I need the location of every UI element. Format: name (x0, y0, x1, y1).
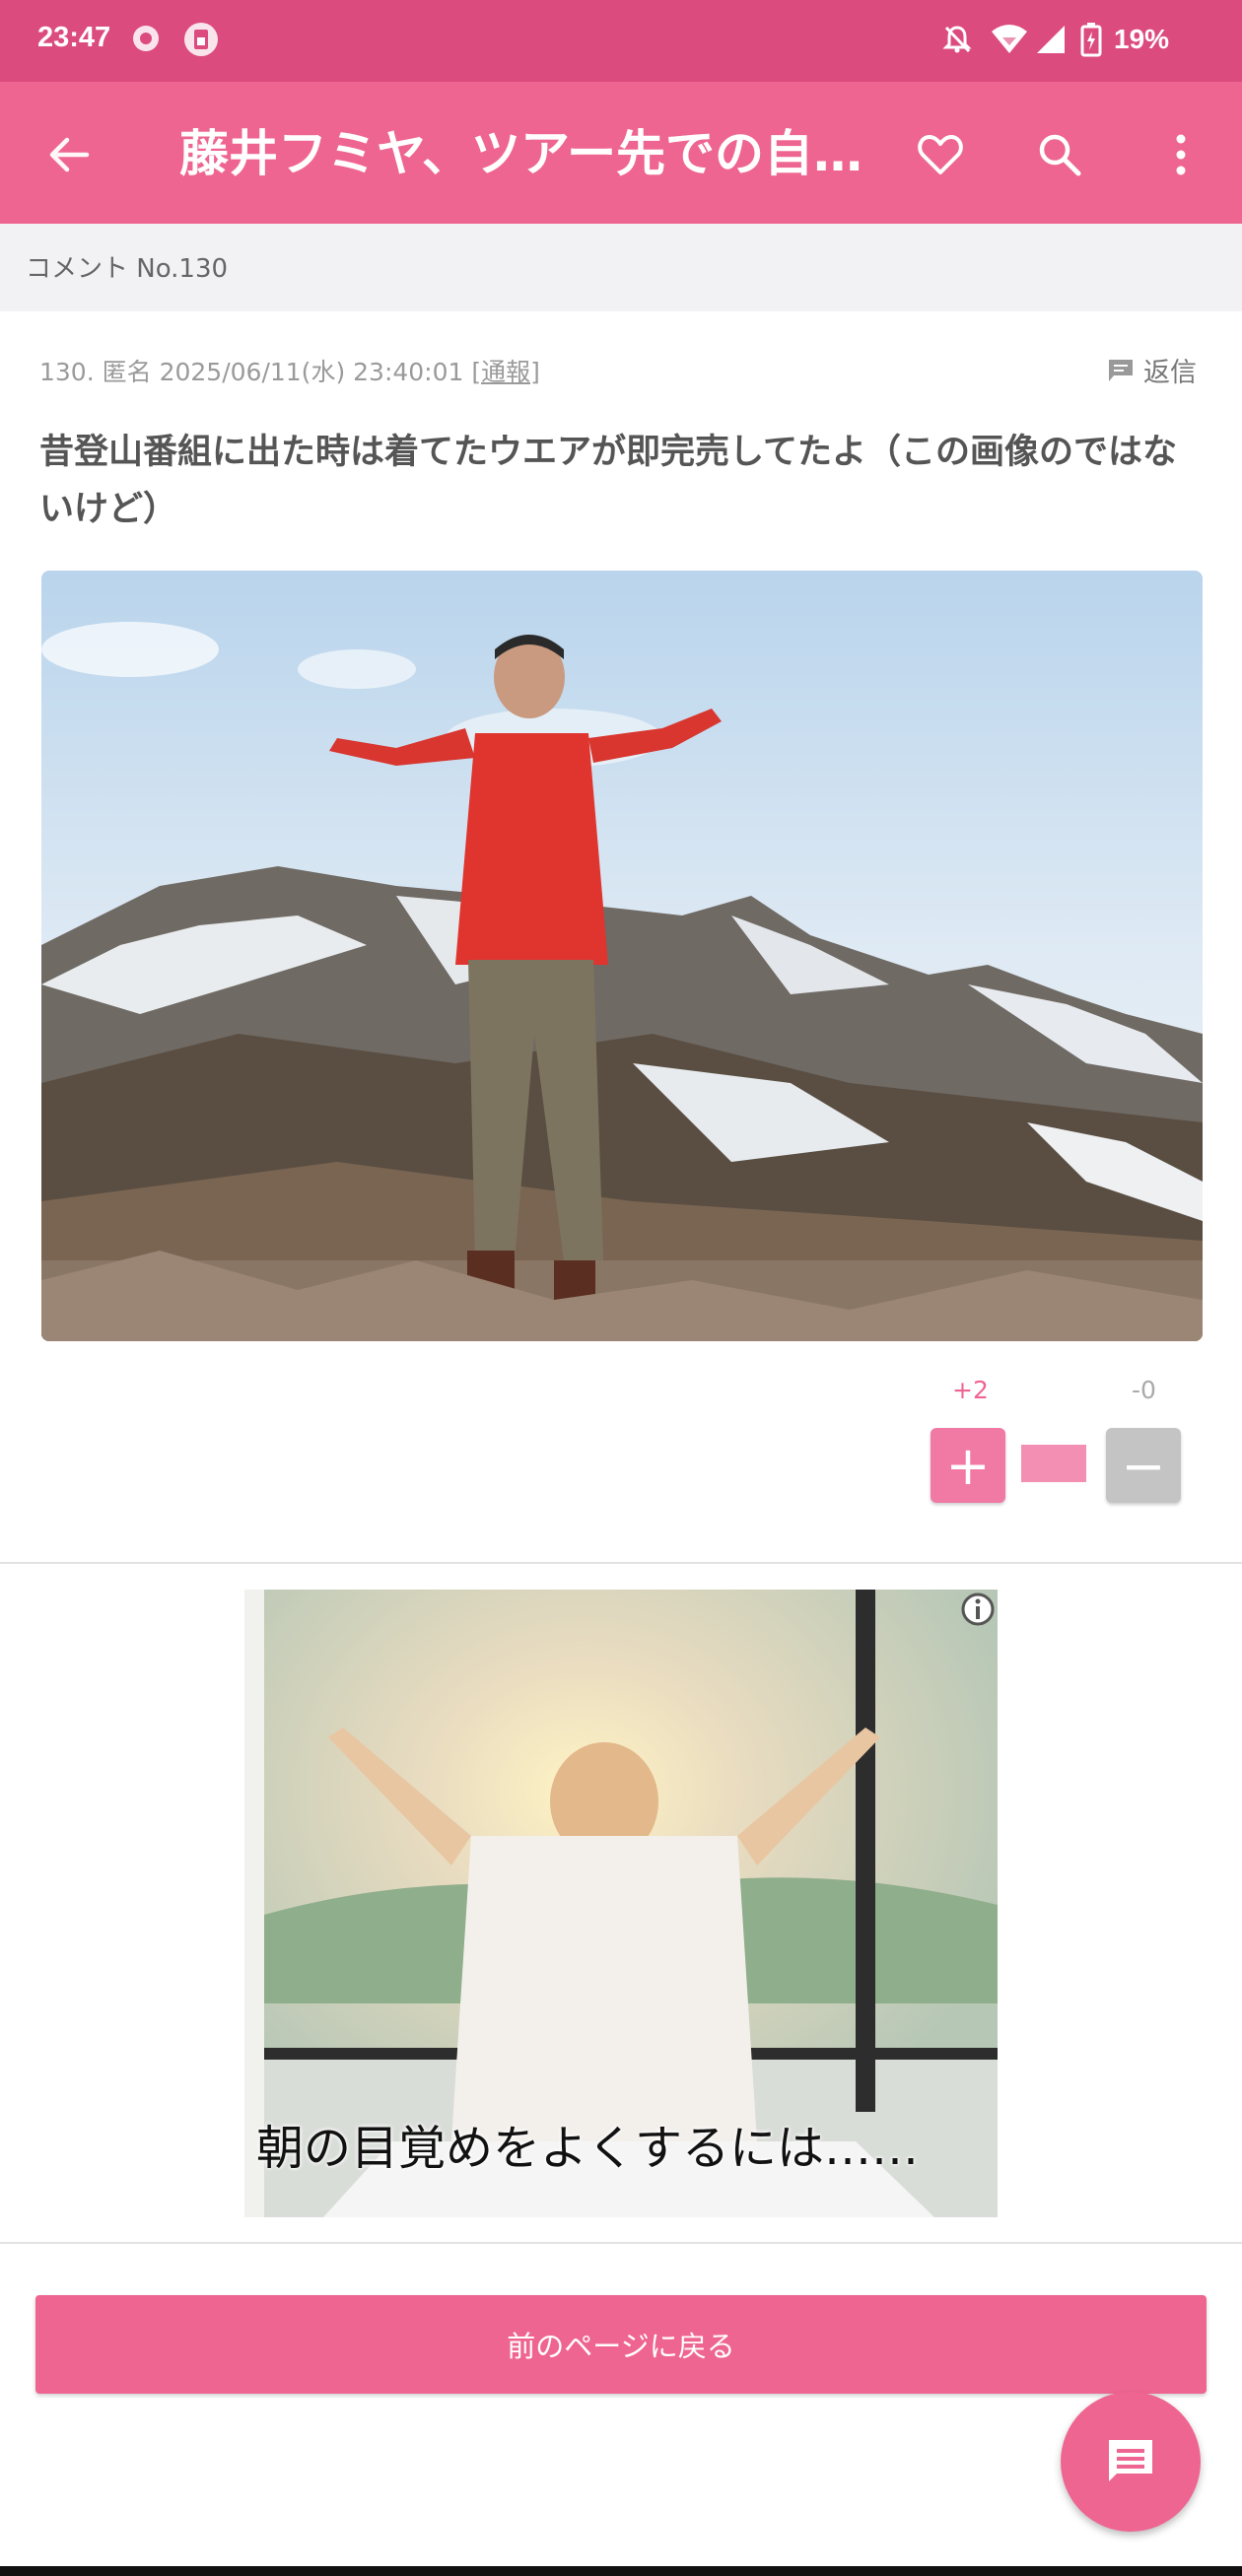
vote-ratio-bar (1021, 1445, 1086, 1482)
comment-text: 昔登山番組に出た時は着てたウエアが即完売してたよ（この画像のではないけど） (39, 433, 1177, 529)
page-title: 藤井フミヤ、ツアー先での自… (179, 125, 862, 182)
comment-author: 匿名 (102, 358, 152, 386)
plus-count: +2 (952, 1376, 989, 1404)
sim-icon (184, 23, 218, 56)
system-nav-bar (0, 2566, 1242, 2576)
comment-number: 130. (39, 358, 95, 386)
minus-vote-button[interactable]: − (1106, 1428, 1181, 1503)
back-arrow-icon[interactable] (43, 129, 95, 180)
status-time: 23:47 (37, 22, 111, 53)
breadcrumb: コメント No.130 (0, 224, 1242, 311)
back-to-previous-page-button[interactable]: 前のページに戻る (35, 2295, 1207, 2394)
ad-banner[interactable]: 朝の目覚めをよくするには…… (244, 1590, 998, 2217)
comment-fab-button[interactable] (1061, 2392, 1201, 2532)
bell-off-icon (942, 26, 972, 53)
divider (0, 2242, 1242, 2244)
app-bar: 藤井フミヤ、ツアー先での自… (0, 82, 1242, 224)
app-icon (133, 26, 159, 51)
battery-percent: 19% (1114, 24, 1170, 54)
reply-label: 返信 (1143, 358, 1197, 388)
heart-icon[interactable] (915, 129, 966, 180)
minus-count: -0 (1132, 1376, 1156, 1404)
more-vert-icon[interactable] (1155, 129, 1207, 180)
wifi-icon (992, 25, 1027, 53)
status-bar: 23:47 19% (0, 0, 1242, 82)
reply-icon (1109, 359, 1133, 381)
ad-caption: 朝の目覚めをよくするには…… (256, 2121, 920, 2176)
comment-number-label: コメント No.130 (26, 254, 229, 284)
search-icon[interactable] (1034, 129, 1085, 180)
reply-button[interactable]: 返信 (1106, 351, 1197, 389)
comment-icon (1109, 2440, 1152, 2481)
info-icon[interactable] (958, 1590, 998, 1629)
divider (0, 1562, 1242, 1564)
plus-vote-button[interactable]: + (931, 1428, 1005, 1503)
report-link[interactable]: [通報] (471, 358, 540, 386)
battery-icon (1080, 23, 1102, 57)
comment-date: 2025/06/11(水) 23:40:01 (159, 358, 464, 386)
comment-meta: 130. 匿名 2025/06/11(水) 23:40:01 [通報] (39, 353, 540, 388)
comment-photo[interactable] (41, 571, 1203, 1341)
signal-icon (1037, 26, 1065, 53)
